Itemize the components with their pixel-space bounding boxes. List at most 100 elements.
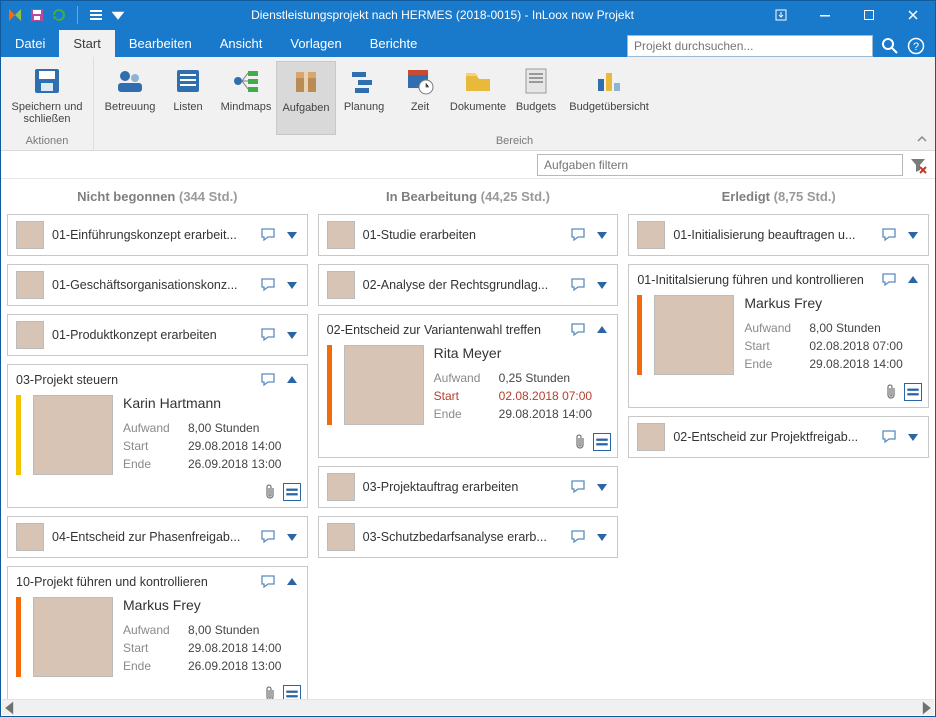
task-title: 02-Analyse der Rechtsgrundlag... xyxy=(363,278,562,292)
betreuung-button[interactable]: Betreuung xyxy=(100,61,160,135)
avatar xyxy=(637,221,665,249)
menu-datei[interactable]: Datei xyxy=(1,30,59,57)
task-card[interactable]: 01-Initialisierung beauftragen u... xyxy=(628,214,929,256)
barchart-icon xyxy=(593,65,625,97)
details-icon[interactable] xyxy=(904,383,922,401)
menu-start[interactable]: Start xyxy=(59,30,114,57)
comment-icon[interactable] xyxy=(880,226,898,244)
details-icon[interactable] xyxy=(283,685,301,700)
task-card[interactable]: 04-Entscheid zur Phasenfreigab... xyxy=(7,516,308,558)
comment-icon[interactable] xyxy=(880,428,898,446)
menu-berichte[interactable]: Berichte xyxy=(356,30,432,57)
chevron-up-icon[interactable] xyxy=(906,273,920,287)
details-icon[interactable] xyxy=(283,483,301,501)
budgets-button[interactable]: Budgets xyxy=(508,61,564,135)
save-close-button[interactable]: Speichern und schließen xyxy=(7,61,87,135)
chevron-up-icon[interactable] xyxy=(285,575,299,589)
task-card[interactable]: 01-Studie erarbeiten xyxy=(318,214,619,256)
aufgaben-button[interactable]: Aufgaben xyxy=(276,61,336,135)
menu-vorlagen[interactable]: Vorlagen xyxy=(276,30,355,57)
zeit-button[interactable]: Zeit xyxy=(392,61,448,135)
budgetuebersicht-button[interactable]: Budgetübersicht xyxy=(564,61,654,135)
scroll-right-icon[interactable] xyxy=(918,700,934,716)
chevron-down-icon[interactable] xyxy=(285,228,299,242)
dokumente-button[interactable]: Dokumente xyxy=(448,61,508,135)
task-filter-input[interactable] xyxy=(537,154,903,176)
task-card-expanded[interactable]: 02-Entscheid zur Variantenwahl treffen R… xyxy=(318,314,619,458)
chevron-down-icon[interactable] xyxy=(285,328,299,342)
refresh-icon[interactable] xyxy=(51,7,67,23)
listen-button[interactable]: Listen xyxy=(160,61,216,135)
chevron-down-icon[interactable] xyxy=(285,530,299,544)
close-button[interactable] xyxy=(891,1,935,29)
task-card[interactable]: 03-Projektauftrag erarbeiten xyxy=(318,466,619,508)
chevron-down-icon[interactable] xyxy=(595,228,609,242)
maximize-button[interactable] xyxy=(847,1,891,29)
chevron-down-icon[interactable] xyxy=(595,480,609,494)
status-stripe xyxy=(16,597,21,677)
comment-icon[interactable] xyxy=(259,528,277,546)
column-header: Nicht begonnen (344 Std.) xyxy=(7,189,308,204)
task-card[interactable]: 02-Entscheid zur Projektfreigab... xyxy=(628,416,929,458)
attachment-icon[interactable] xyxy=(884,384,898,400)
qat-dropdown-icon[interactable] xyxy=(110,7,126,23)
chevron-up-icon[interactable] xyxy=(285,373,299,387)
horizontal-scrollbar[interactable] xyxy=(2,699,934,715)
project-search-input[interactable] xyxy=(627,35,873,57)
ribbon-display-button[interactable] xyxy=(759,1,803,29)
attachment-icon[interactable] xyxy=(573,434,587,450)
planung-button[interactable]: Planung xyxy=(336,61,392,135)
comment-icon[interactable] xyxy=(569,226,587,244)
help-icon[interactable]: ? xyxy=(907,37,925,55)
avatar xyxy=(327,523,355,551)
task-card-expanded[interactable]: 03-Projekt steuern Karin Hartmann Aufwan… xyxy=(7,364,308,508)
comment-icon[interactable] xyxy=(259,326,277,344)
task-title: 01-Initialisierung beauftragen u... xyxy=(673,228,872,242)
menu-ansicht[interactable]: Ansicht xyxy=(206,30,277,57)
calendar-clock-icon xyxy=(404,65,436,97)
attachment-icon[interactable] xyxy=(263,686,277,700)
avatar xyxy=(327,271,355,299)
comment-icon[interactable] xyxy=(880,271,898,289)
task-card[interactable]: 01-Geschäftsorganisationskonz... xyxy=(7,264,308,306)
people-icon xyxy=(114,65,146,97)
chevron-down-icon[interactable] xyxy=(285,278,299,292)
comment-icon[interactable] xyxy=(569,276,587,294)
comment-icon[interactable] xyxy=(259,226,277,244)
task-card[interactable]: 02-Analyse der Rechtsgrundlag... xyxy=(318,264,619,306)
minimize-button[interactable] xyxy=(803,1,847,29)
chevron-down-icon[interactable] xyxy=(906,228,920,242)
comment-icon[interactable] xyxy=(569,528,587,546)
task-card-expanded[interactable]: 01-Inititalsierung führen und kontrollie… xyxy=(628,264,929,408)
search-icon[interactable] xyxy=(881,37,899,55)
scroll-left-icon[interactable] xyxy=(2,700,18,716)
task-card[interactable]: 01-Einführungskonzept erarbeit... xyxy=(7,214,308,256)
avatar xyxy=(654,295,734,375)
comment-icon[interactable] xyxy=(259,371,277,389)
save-icon[interactable] xyxy=(29,7,45,23)
task-title: 01-Geschäftsorganisationskonz... xyxy=(52,278,251,292)
comment-icon[interactable] xyxy=(259,573,277,591)
attachment-icon[interactable] xyxy=(263,484,277,500)
ribbon-collapse-icon[interactable] xyxy=(915,132,929,146)
task-title: 01-Inititalsierung führen und kontrollie… xyxy=(637,273,872,287)
filter-clear-icon[interactable] xyxy=(909,156,927,174)
task-card[interactable]: 01-Produktkonzept erarbeiten xyxy=(7,314,308,356)
chevron-down-icon[interactable] xyxy=(906,430,920,444)
menu-bearbeiten[interactable]: Bearbeiten xyxy=(115,30,206,57)
comment-icon[interactable] xyxy=(259,276,277,294)
mindmaps-button[interactable]: Mindmaps xyxy=(216,61,276,135)
task-card[interactable]: 03-Schutzbedarfsanalyse erarb... xyxy=(318,516,619,558)
task-title: 01-Einführungskonzept erarbeit... xyxy=(52,228,251,242)
chevron-down-icon[interactable] xyxy=(595,278,609,292)
details-icon[interactable] xyxy=(593,433,611,451)
comment-icon[interactable] xyxy=(569,321,587,339)
task-title: 03-Projekt steuern xyxy=(16,373,251,387)
task-title: 01-Studie erarbeiten xyxy=(363,228,562,242)
chevron-up-icon[interactable] xyxy=(595,323,609,337)
list-icon[interactable] xyxy=(88,7,104,23)
assignee-name: Rita Meyer xyxy=(434,345,610,361)
task-card-expanded[interactable]: 10-Projekt führen und kontrollieren Mark… xyxy=(7,566,308,700)
comment-icon[interactable] xyxy=(569,478,587,496)
chevron-down-icon[interactable] xyxy=(595,530,609,544)
